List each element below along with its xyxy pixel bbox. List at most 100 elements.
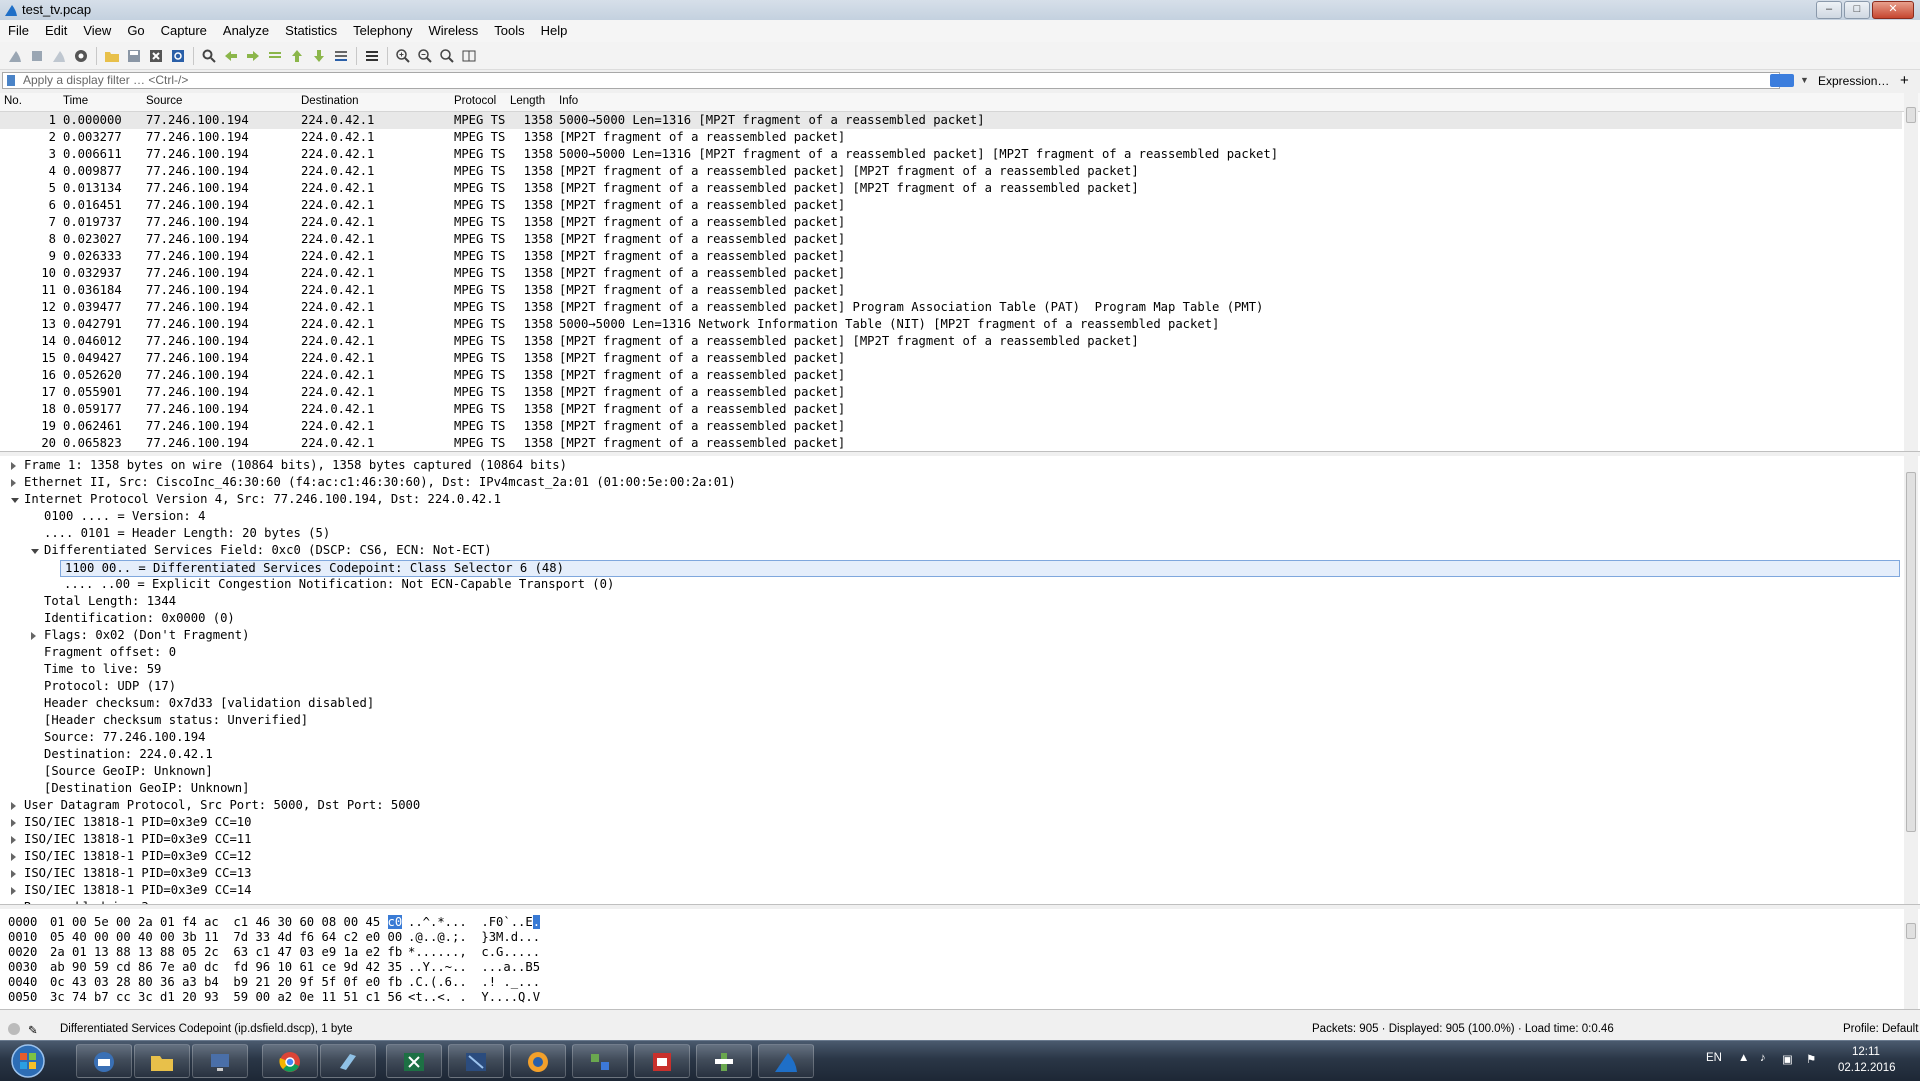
detail-row[interactable]: User Datagram Protocol, Src Port: 5000, … <box>24 798 420 815</box>
zoom-out-button[interactable] <box>415 46 435 66</box>
menu-go[interactable]: Go <box>119 21 152 41</box>
start-capture-button[interactable] <box>5 46 25 66</box>
clock-time[interactable]: 12:11 <box>1852 1046 1880 1058</box>
column-no[interactable]: No. <box>4 95 22 107</box>
detail-row[interactable]: Internet Protocol Version 4, Src: 77.246… <box>24 492 501 509</box>
first-packet-button[interactable] <box>287 46 307 66</box>
detail-row[interactable]: Time to live: 59 <box>44 662 161 679</box>
detail-row[interactable]: Flags: 0x02 (Don't Fragment) <box>44 628 249 645</box>
detail-row[interactable]: Protocol: UDP (17) <box>44 679 176 696</box>
expand-arrow-icon[interactable] <box>11 479 16 487</box>
bytes-ascii[interactable]: <t..<. . Y....Q.V <box>408 990 540 1005</box>
menu-telephony[interactable]: Telephony <box>345 21 420 41</box>
taskbar-remote-app[interactable] <box>696 1044 752 1078</box>
menu-wireless[interactable]: Wireless <box>420 21 486 41</box>
action-center-icon[interactable]: ⚑ <box>1806 1052 1816 1066</box>
bytes-hex[interactable]: 0c 43 03 28 80 36 a3 b4 b9 21 20 9f 5f 0… <box>50 975 402 990</box>
column-length[interactable]: Length <box>510 95 545 107</box>
collapse-arrow-icon[interactable] <box>31 549 39 554</box>
column-time[interactable]: Time <box>63 95 88 107</box>
taskbar-chrome[interactable] <box>262 1044 318 1078</box>
detail-row[interactable]: ISO/IEC 13818-1 PID=0x3e9 CC=11 <box>24 832 251 849</box>
bytes-hex[interactable]: 05 40 00 00 40 00 3b 11 7d 33 4d f6 64 c… <box>50 930 402 945</box>
clock-date[interactable]: 02.12.2016 <box>1838 1062 1896 1074</box>
packet-row[interactable]: 14 0.046012 77.246.100.194 224.0.42.1 MPEG T… <box>0 333 1902 350</box>
close-button[interactable]: ✕ <box>1872 1 1914 19</box>
apply-filter-button[interactable] <box>1770 74 1794 87</box>
detail-row[interactable]: 1100 00.. = Differentiated Services Code… <box>60 560 1900 577</box>
expand-arrow-icon[interactable] <box>11 462 16 470</box>
column-info[interactable]: Info <box>559 95 578 107</box>
packet-row[interactable]: 9 0.026333 77.246.100.194 224.0.42.1 MPEG TS… <box>0 248 1902 265</box>
detail-row[interactable]: .... ..00 = Explicit Congestion Notifica… <box>64 577 614 594</box>
taskbar-thunderbird[interactable] <box>76 1044 132 1078</box>
detail-row[interactable]: Differentiated Services Field: 0xc0 (DSC… <box>44 543 492 560</box>
packet-list-scroll-thumb[interactable] <box>1906 107 1916 123</box>
expression-button[interactable]: Expression… <box>1818 74 1889 88</box>
menu-capture[interactable]: Capture <box>153 21 215 41</box>
packet-list-scrollbar[interactable] <box>1904 93 1918 451</box>
expand-arrow-icon[interactable] <box>11 887 16 895</box>
packet-row[interactable]: 19 0.062461 77.246.100.194 224.0.42.1 MPEG T… <box>0 418 1902 435</box>
find-packet-button[interactable] <box>199 46 219 66</box>
bytes-ascii[interactable]: ..^.*... .F0`..E. <box>408 915 541 930</box>
packet-row[interactable]: 4 0.009877 77.246.100.194 224.0.42.1 MPEG TS… <box>0 163 1902 180</box>
windows-start-icon[interactable] <box>4 1043 52 1079</box>
go-back-button[interactable] <box>221 46 241 66</box>
menu-analyze[interactable]: Analyze <box>215 21 277 41</box>
expand-arrow-icon[interactable] <box>11 870 16 878</box>
column-destination[interactable]: Destination <box>301 95 359 107</box>
detail-row[interactable]: [Header checksum status: Unverified] <box>44 713 308 730</box>
collapse-arrow-icon[interactable] <box>11 498 19 503</box>
expand-arrow-icon[interactable] <box>11 802 16 810</box>
detail-row[interactable]: ISO/IEC 13818-1 PID=0x3e9 CC=13 <box>24 866 251 883</box>
menu-statistics[interactable]: Statistics <box>277 21 345 41</box>
bytes-hex[interactable]: ab 90 59 cd 86 7e a0 dc fd 96 10 61 ce 9… <box>50 960 402 975</box>
expand-arrow-icon[interactable] <box>11 853 16 861</box>
taskbar-notes[interactable] <box>320 1044 376 1078</box>
column-source[interactable]: Source <box>146 95 182 107</box>
save-file-button[interactable] <box>124 46 144 66</box>
capture-options-button[interactable] <box>71 46 91 66</box>
taskbar-excel[interactable] <box>386 1044 442 1078</box>
menu-view[interactable]: View <box>75 21 119 41</box>
detail-row[interactable]: Fragment offset: 0 <box>44 645 176 662</box>
packet-row[interactable]: 3 0.006611 77.246.100.194 224.0.42.1 MPEG TS… <box>0 146 1902 163</box>
detail-row[interactable]: Header checksum: 0x7d33 [validation disa… <box>44 696 374 713</box>
colorize-button[interactable] <box>362 46 382 66</box>
bytes-hex[interactable]: 01 00 5e 00 2a 01 f4 ac c1 46 30 60 08 0… <box>50 915 403 930</box>
packet-row[interactable]: 10 0.032937 77.246.100.194 224.0.42.1 MPEG T… <box>0 265 1902 282</box>
bytes-hex[interactable]: 2a 01 13 88 13 88 05 2c 63 c1 47 03 e9 1… <box>50 945 402 960</box>
display-filter-input[interactable]: Apply a display filter … <Ctrl-/> <box>2 72 1780 89</box>
detail-row[interactable]: Destination: 224.0.42.1 <box>44 747 213 764</box>
edit-comment-icon[interactable]: ✎ <box>28 1023 38 1037</box>
detail-row[interactable]: Frame 1: 1358 bytes on wire (10864 bits)… <box>24 458 567 475</box>
packet-row[interactable]: 12 0.039477 77.246.100.194 224.0.42.1 MPEG T… <box>0 299 1902 316</box>
close-file-button[interactable] <box>146 46 166 66</box>
detail-row[interactable]: Reassembled in: 3 <box>24 900 149 904</box>
detail-row[interactable]: .... 0101 = Header Length: 20 bytes (5) <box>44 526 330 543</box>
resize-columns-button[interactable] <box>459 46 479 66</box>
taskbar-media-app[interactable] <box>510 1044 566 1078</box>
taskbar-diagram-app[interactable] <box>448 1044 504 1078</box>
taskbar-wireshark[interactable] <box>758 1044 814 1078</box>
detail-row[interactable]: [Destination GeoIP: Unknown] <box>44 781 249 798</box>
detail-row[interactable]: [Source GeoIP: Unknown] <box>44 764 213 781</box>
packet-row[interactable]: 7 0.019737 77.246.100.194 224.0.42.1 MPEG TS… <box>0 214 1902 231</box>
menu-help[interactable]: Help <box>533 21 576 41</box>
go-forward-button[interactable] <box>243 46 263 66</box>
autoscroll-button[interactable] <box>331 46 351 66</box>
taskbar-network-app[interactable] <box>192 1044 248 1078</box>
packet-row[interactable]: 20 0.065823 77.246.100.194 224.0.42.1 MPEG T… <box>0 435 1902 451</box>
taskbar-network-tool[interactable] <box>572 1044 628 1078</box>
zoom-in-button[interactable] <box>393 46 413 66</box>
restart-capture-button[interactable] <box>49 46 69 66</box>
details-scrollbar[interactable] <box>1904 456 1918 904</box>
filter-history-dropdown[interactable]: ▼ <box>1800 75 1809 85</box>
last-packet-button[interactable] <box>309 46 329 66</box>
bytes-ascii[interactable]: ..Y..~.. ...a..B5 <box>408 960 540 975</box>
taskbar-explorer[interactable] <box>134 1044 190 1078</box>
detail-row[interactable]: Ethernet II, Src: CiscoInc_46:30:60 (f4:… <box>24 475 736 492</box>
detail-row[interactable]: 0100 .... = Version: 4 <box>44 509 205 526</box>
column-protocol[interactable]: Protocol <box>454 95 496 107</box>
